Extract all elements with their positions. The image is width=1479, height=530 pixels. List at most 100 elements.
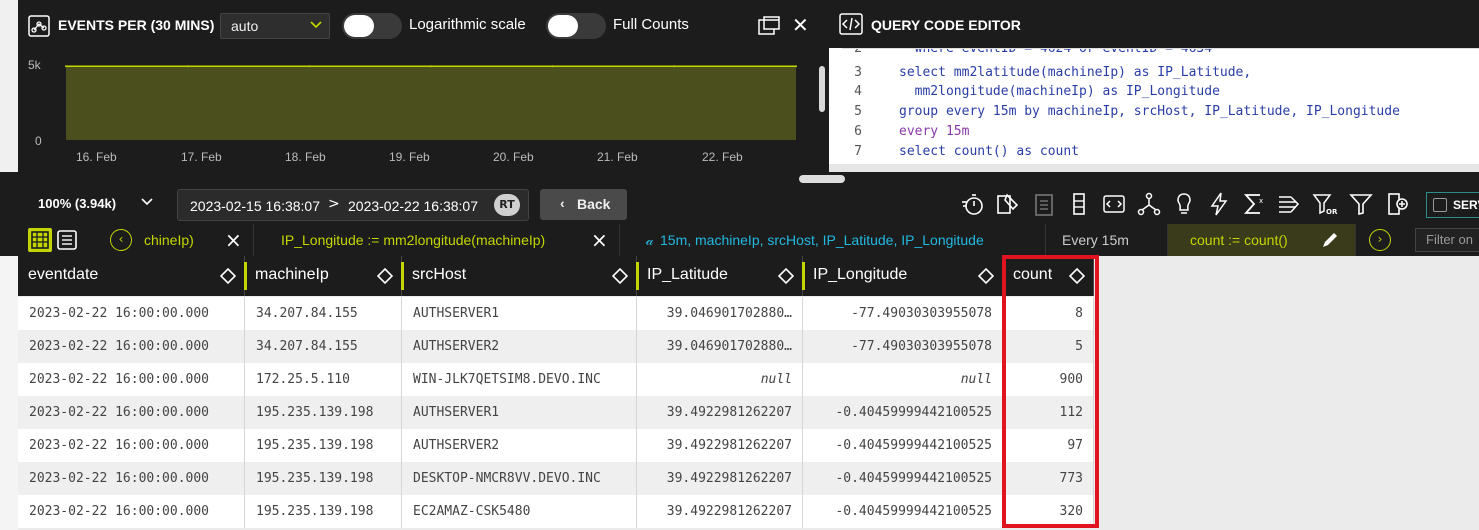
cell-eventdate[interactable]: 2023-02-22 16:00:00.000 [18, 396, 245, 429]
realtime-button[interactable]: RT [494, 194, 520, 216]
cell-ip-longitude[interactable]: -0.40459999442100525 [803, 495, 1003, 528]
sort-icon[interactable] [778, 268, 794, 284]
date-from[interactable]: 2023-02-15 16:38:07 [190, 198, 320, 214]
tree-icon[interactable] [1136, 191, 1162, 217]
sort-icon[interactable] [612, 268, 628, 284]
cell-count[interactable]: 8 [1003, 297, 1094, 330]
date-to[interactable]: 2023-02-22 16:38:07 [348, 198, 478, 214]
cell-ip-longitude[interactable]: -0.40459999442100525 [803, 462, 1003, 495]
column-header-srchost[interactable]: srcHost [401, 256, 637, 296]
code-icon[interactable] [1101, 191, 1127, 217]
op-chip[interactable]: Every 15m [1046, 224, 1168, 256]
cell-srchost[interactable]: EC2AMAZ-CSK5480 [402, 495, 637, 528]
filter-icon[interactable] [1348, 191, 1374, 217]
sort-icon[interactable] [377, 268, 393, 284]
cell-ip-latitude[interactable]: 39.4922981262207 [637, 462, 803, 495]
lightbulb-icon[interactable] [1171, 191, 1197, 217]
cell-machineip[interactable]: 195.235.139.198 [245, 429, 402, 462]
cell-count[interactable]: 773 [1003, 462, 1094, 495]
sigma-icon[interactable]: x [1241, 191, 1267, 217]
cell-count[interactable]: 97 [1003, 429, 1094, 462]
cell-ip-longitude[interactable]: -0.40459999442100525 [803, 396, 1003, 429]
cell-ip-longitude[interactable]: -77.49030303955078 [803, 330, 1003, 363]
cell-srchost[interactable]: WIN-JLK7QETSIM8.DEVO.INC [402, 363, 637, 396]
code-editor[interactable]: 2 where eventID = 4624 or eventID = 4634… [842, 48, 1479, 164]
chevron-down-icon[interactable] [140, 195, 154, 209]
cell-ip-longitude[interactable]: -0.40459999442100525 [803, 429, 1003, 462]
chart-settings-icon[interactable] [28, 15, 50, 37]
cell-srchost[interactable]: AUTHSERVER1 [402, 396, 637, 429]
sort-icon[interactable] [978, 268, 994, 284]
sort-icon[interactable] [220, 268, 236, 284]
cell-machineip[interactable]: 195.235.139.198 [245, 396, 402, 429]
cell-eventdate[interactable]: 2023-02-22 16:00:00.000 [18, 330, 245, 363]
cell-ip-longitude[interactable]: null [803, 363, 1003, 396]
cell-ip-latitude[interactable]: 39.4922981262207 [637, 429, 803, 462]
date-range-picker[interactable]: 2023-02-15 16:38:07 > 2023-02-22 16:38:0… [177, 189, 529, 221]
scroll-left-button[interactable]: ‹ [110, 229, 132, 251]
vertical-splitter[interactable] [815, 0, 829, 172]
serv-checkbox[interactable]: SERV [1426, 192, 1479, 218]
cell-ip-latitude[interactable]: 39.046901702880… [637, 297, 803, 330]
cell-machineip[interactable]: 34.207.84.155 [245, 297, 402, 330]
columns-icon[interactable] [1066, 191, 1092, 217]
filter-or-icon[interactable]: OR [1312, 191, 1338, 217]
lightning-icon[interactable] [1206, 191, 1232, 217]
cell-eventdate[interactable]: 2023-02-22 16:00:00.000 [18, 429, 245, 462]
scroll-right-button[interactable]: › [1369, 229, 1391, 251]
grid-view-button[interactable] [28, 228, 52, 252]
cell-machineip[interactable]: 34.207.84.155 [245, 330, 402, 363]
op-chip-active[interactable]: count := count() [1168, 224, 1356, 256]
close-icon[interactable]: × [225, 228, 242, 252]
horizontal-splitter[interactable] [0, 172, 1479, 186]
add-column-icon[interactable] [1385, 191, 1411, 217]
window-detach-icon[interactable] [758, 16, 780, 36]
cell-ip-latitude[interactable]: 39.4922981262207 [637, 396, 803, 429]
interval-select[interactable]: auto [220, 13, 330, 39]
table-row[interactable]: 2023-02-22 16:00:00.000 195.235.139.198 AU… [18, 396, 1094, 429]
zoom-level[interactable]: 100% (3.94k) [38, 196, 116, 211]
op-chip[interactable]: 𝒶 15m, machineIp, srcHost, IP_Latitude, … [622, 224, 1046, 256]
clipboard-icon[interactable] [1031, 191, 1057, 217]
close-icon[interactable]: × [591, 228, 608, 252]
table-row[interactable]: 2023-02-22 16:00:00.000 34.207.84.155 AUTH… [18, 330, 1094, 363]
cell-ip-latitude[interactable]: null [637, 363, 803, 396]
cell-ip-longitude[interactable]: -77.49030303955078 [803, 297, 1003, 330]
table-row[interactable]: 2023-02-22 16:00:00.000 195.235.139.198 EC… [18, 495, 1094, 528]
cell-srchost[interactable]: DESKTOP-NMCR8VV.DEVO.INC [402, 462, 637, 495]
cell-count[interactable]: 112 [1003, 396, 1094, 429]
cell-machineip[interactable]: 172.25.5.110 [245, 363, 402, 396]
timer-icon[interactable] [960, 191, 986, 217]
log-scale-toggle[interactable] [342, 13, 402, 39]
column-header-eventdate[interactable]: eventdate [18, 256, 245, 296]
table-row[interactable]: 2023-02-22 16:00:00.000 34.207.84.155 AUTH… [18, 297, 1094, 330]
pencil-icon[interactable] [1320, 230, 1340, 250]
splitter-grip[interactable] [799, 175, 845, 183]
column-header-ip-longitude[interactable]: IP_Longitude [802, 256, 1003, 296]
table-row[interactable]: 2023-02-22 16:00:00.000 172.25.5.110 WIN-J… [18, 363, 1094, 396]
cell-count[interactable]: 900 [1003, 363, 1094, 396]
column-header-count[interactable]: count [1002, 256, 1094, 296]
table-row[interactable]: 2023-02-22 16:00:00.000 195.235.139.198 AU… [18, 429, 1094, 462]
cell-eventdate[interactable]: 2023-02-22 16:00:00.000 [18, 495, 245, 528]
table-row[interactable]: 2023-02-22 16:00:00.000 195.235.139.198 DE… [18, 462, 1094, 495]
close-chart-icon[interactable]: ✕ [792, 14, 810, 36]
cell-eventdate[interactable]: 2023-02-22 16:00:00.000 [18, 297, 245, 330]
text-view-button[interactable] [55, 228, 79, 252]
sort-icon[interactable] [1069, 268, 1085, 284]
back-button[interactable]: ‹ Back [540, 189, 627, 220]
cell-srchost[interactable]: AUTHSERVER2 [402, 330, 637, 363]
column-header-ip-latitude[interactable]: IP_Latitude [636, 256, 803, 296]
cell-count[interactable]: 320 [1003, 495, 1094, 528]
cell-eventdate[interactable]: 2023-02-22 16:00:00.000 [18, 363, 245, 396]
column-header-machineip[interactable]: machineIp [244, 256, 402, 296]
splitter-grip[interactable] [819, 66, 825, 112]
checkbox[interactable] [1433, 198, 1447, 212]
cell-srchost[interactable]: AUTHSERVER2 [402, 429, 637, 462]
cell-machineip[interactable]: 195.235.139.198 [245, 462, 402, 495]
inject-icon[interactable] [995, 191, 1021, 217]
cell-count[interactable]: 5 [1003, 330, 1094, 363]
cell-ip-latitude[interactable]: 39.4922981262207 [637, 495, 803, 528]
cell-machineip[interactable]: 195.235.139.198 [245, 495, 402, 528]
merge-icon[interactable] [1276, 191, 1302, 217]
